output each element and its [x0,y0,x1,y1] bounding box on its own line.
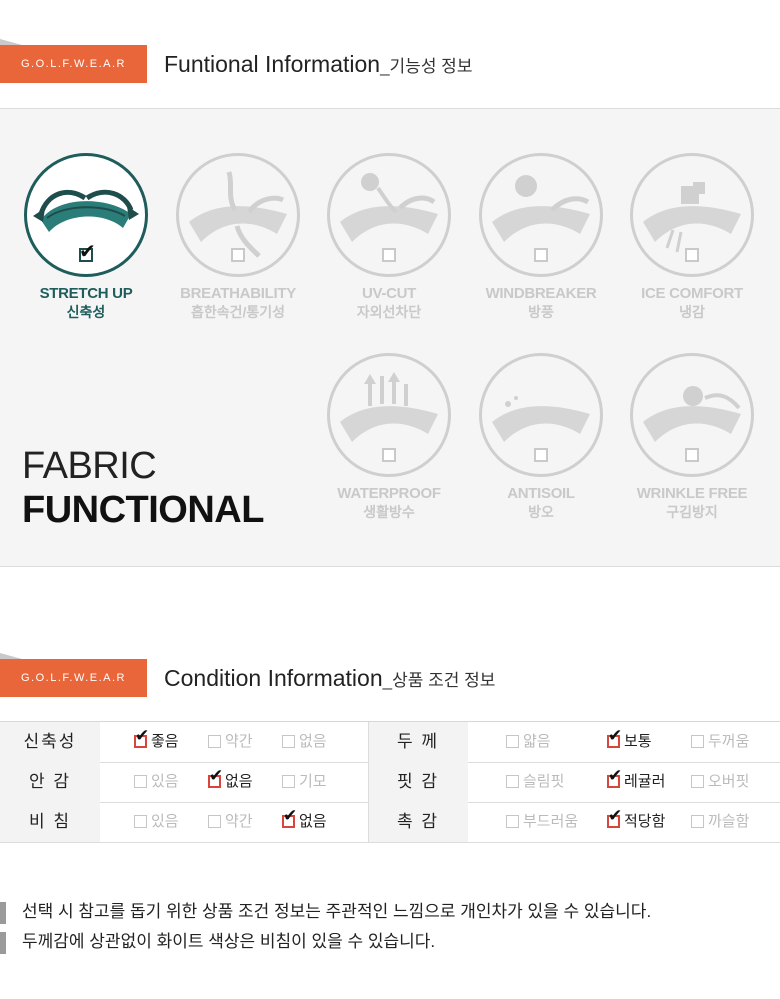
function-name-en: STRETCH UP [39,285,133,302]
option-checkbox[interactable]: 없음 [282,722,327,762]
option-checkbox[interactable]: 없음 [282,802,327,842]
option-checkbox[interactable]: 두꺼움 [691,722,749,762]
condition-label: 촉 감 [396,812,439,831]
option-checkbox[interactable]: 좋음 [134,722,179,762]
checkbox-unchecked [534,248,548,262]
function-name-ko: 자외선차단 [356,304,422,320]
function-name-ko: 흡한속건/통기성 [190,304,286,320]
checkbox-checked: ✔ [79,241,96,263]
fabric-functions-panel: ✔ STRETCH UP 신축성 BREATHABILITY 흡한속건/통기성 [0,108,780,567]
table-column-divider [368,722,369,842]
option-checkbox[interactable]: 약간 [208,722,253,762]
option-checkbox[interactable]: 보통 [607,722,652,762]
brand-badge: G.O.L.F.W.E.A.R [0,39,147,83]
uv-sun-icon [327,153,451,277]
breathability-icon [176,153,300,277]
function-name-en: WRINKLE FREE [636,485,748,502]
function-name-en: WINDBREAKER [485,285,597,302]
condition-label: 두 께 [396,732,439,751]
section-title-en: Condition Information [164,665,383,691]
note-bullet [0,932,6,954]
function-windbreaker: WINDBREAKER 방풍 [466,153,616,322]
option-checkbox[interactable]: 부드러움 [506,802,578,842]
section-title: Funtional Information_기능성 정보 [164,45,472,86]
checkbox-unchecked [685,248,699,262]
wrinkle-free-icon [630,353,754,477]
section-title-en: Funtional Information [164,51,381,77]
condition-label: 신축성 [23,732,77,751]
function-name-en: ICE COMFORT [641,285,743,302]
section-title: Condition Information_상품 조건 정보 [164,659,495,700]
notes: 선택 시 참고를 돕기 위한 상품 조건 정보는 주관적인 느낌으로 개인차가 … [0,898,651,958]
checkbox-unchecked [534,448,548,462]
condition-row: 비 침 있음 약간 없음 촉 감 부드러움 적당함 까슬함 [0,802,780,843]
stretch-fabric-icon: ✔ [24,153,148,277]
option-checkbox[interactable]: 얇음 [506,722,551,762]
option-checkbox[interactable]: 있음 [134,802,179,842]
condition-info-header: G.O.L.F.W.E.A.R Condition Information_상품… [0,653,780,700]
condition-row: 신축성 좋음 약간 없음 두 께 얇음 보통 두꺼움 [0,722,780,763]
condition-label: 핏 감 [396,772,439,791]
fabric-title-line2: FUNCTIONAL [22,489,264,531]
function-antisoil: ANTISOIL 방오 [466,353,616,522]
section-title-ko: _상품 조건 정보 [382,671,496,690]
option-checkbox[interactable]: 레귤러 [607,762,665,802]
fabric-title-line1: FABRIC [22,445,157,487]
checkbox-unchecked [382,248,396,262]
function-name-ko: 냉감 [679,304,705,320]
note-item: 두께감에 상관없이 화이트 색상은 비침이 있을 수 있습니다. [0,928,651,958]
function-name-en: UV-CUT [361,285,417,302]
condition-label: 안 감 [28,772,71,791]
checkbox-unchecked [685,448,699,462]
option-checkbox[interactable]: 적당함 [607,802,665,842]
function-name-ko: 구김방지 [666,504,718,520]
option-checkbox[interactable]: 까슬함 [691,802,749,842]
functional-info-header: G.O.L.F.W.E.A.R Funtional Information_기능… [0,39,780,86]
function-breathability: BREATHABILITY 흡한속건/통기성 [163,153,313,322]
option-checkbox[interactable]: 없음 [208,762,253,802]
checkbox-unchecked [382,448,396,462]
checkbox-unchecked [231,248,245,262]
condition-row: 안 감 있음 없음 기모 핏 감 슬림핏 레귤러 오버핏 [0,762,780,803]
option-checkbox[interactable]: 슬림핏 [506,762,564,802]
ice-icon [630,153,754,277]
condition-label: 비 침 [28,812,71,831]
function-name-en: ANTISOIL [507,485,575,502]
section-title-ko: _기능성 정보 [380,57,473,76]
option-checkbox[interactable]: 약간 [208,802,253,842]
function-name-en: WATERPROOF [337,485,441,502]
function-name-ko: 신축성 [66,304,106,320]
note-item: 선택 시 참고를 돕기 위한 상품 조건 정보는 주관적인 느낌으로 개인차가 … [0,898,651,928]
function-stretch-up: ✔ STRETCH UP 신축성 [11,153,161,322]
brand-badge: G.O.L.F.W.E.A.R [0,653,147,697]
function-name-ko: 방오 [528,504,554,520]
function-name-ko: 방풍 [528,304,554,320]
function-name-ko: 생활방수 [363,504,415,520]
antisoil-icon [479,353,603,477]
function-name-en: BREATHABILITY [180,285,296,302]
function-waterproof: WATERPROOF 생활방수 [314,353,464,522]
option-checkbox[interactable]: 기모 [282,762,327,802]
option-checkbox[interactable]: 있음 [134,762,179,802]
function-uv-cut: UV-CUT 자외선차단 [314,153,464,322]
waterproof-icon [327,353,451,477]
option-checkbox[interactable]: 오버핏 [691,762,749,802]
fabric-functional-title: FABRIC FUNCTIONAL [22,444,264,532]
wind-icon [479,153,603,277]
function-wrinkle-free: WRINKLE FREE 구김방지 [617,353,767,522]
note-bullet [0,902,6,924]
function-ice-comfort: ICE COMFORT 냉감 [617,153,767,322]
